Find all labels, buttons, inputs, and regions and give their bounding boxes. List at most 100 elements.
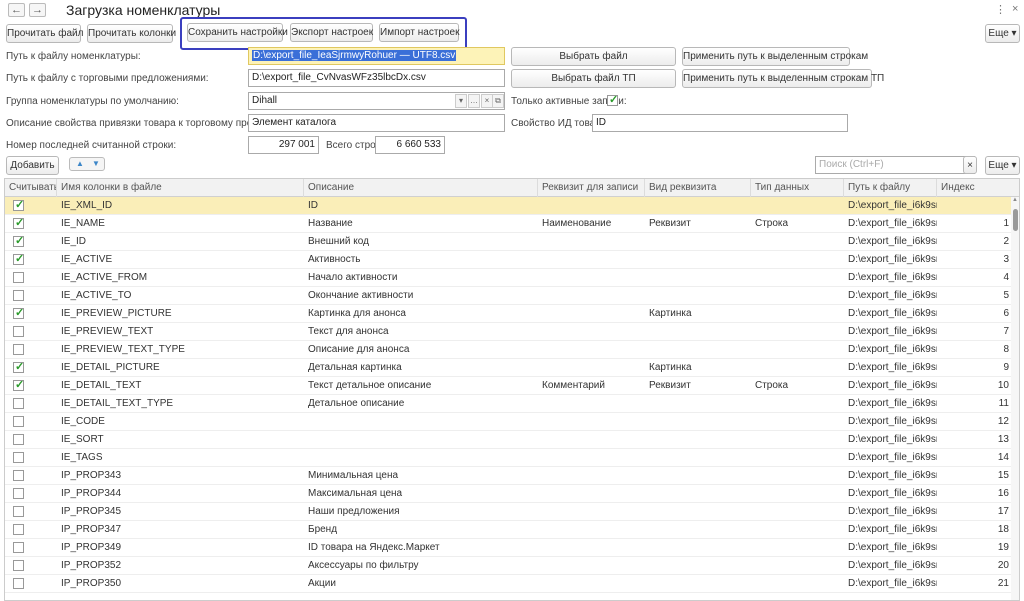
header-file-path[interactable]: Путь к файлу [844,179,937,197]
scroll-thumb[interactable] [1013,209,1018,231]
close-icon[interactable]: × [1012,3,1018,15]
forward-arrow-icon[interactable]: → [29,3,46,17]
table-row[interactable]: IE_DETAIL_PICTURE Детальная картинка Карти… [5,359,1013,377]
table-row[interactable]: IE_TAGS D:\export_file_i6k9sr... 14 [5,449,1013,467]
cell-desc [304,449,538,467]
read-checkbox[interactable] [13,344,24,355]
cell-index: 19 [997,542,1009,553]
export-settings-button[interactable]: Экспорт настроек [290,23,373,42]
cell-type [751,359,844,377]
table-row[interactable]: IP_PROP343 Минимальная цена D:\export_file… [5,467,1013,485]
cell-req [538,413,645,431]
table-row[interactable]: IP_PROP347 Бренд D:\export_file_i6k9sr... 1… [5,521,1013,539]
table-row[interactable]: IE_XML_ID ID D:\export_file_i6k9sr... [5,197,1013,215]
list-more-button[interactable]: Еще ▾ [985,156,1020,175]
move-up-icon[interactable]: ▲ [76,158,84,170]
cell-desc: Внешний код [308,236,369,247]
item-id-input[interactable]: ID [592,114,848,132]
table-row[interactable]: IE_DETAIL_TEXT Текст детальное описание Ко… [5,377,1013,395]
cell-desc: Текст для анонса [308,326,389,337]
group-select[interactable]: Dihall ▾ … × ⧉ [248,92,505,110]
header-description[interactable]: Описание [304,179,538,197]
table-row[interactable]: IE_DETAIL_TEXT_TYPE Детальное описание D:\… [5,395,1013,413]
table-row[interactable]: IP_PROP352 Аксессуары по фильтру D:\export… [5,557,1013,575]
read-checkbox[interactable] [13,452,24,463]
offers-path-input[interactable]: D:\export_file_CvNvasWFz35lbcDx.csv [248,69,505,87]
read-checkbox[interactable] [13,578,24,589]
last-row-input[interactable]: 297 001 [248,136,319,154]
header-requisite[interactable]: Реквизит для записи [538,179,645,197]
cell-desc: Окончание активности [308,290,414,301]
read-checkbox[interactable] [13,560,24,571]
add-button[interactable]: Добавить [6,156,59,175]
table-row[interactable]: IP_PROP349 ID товара на Яндекс.Маркет D:\e… [5,539,1013,557]
read-checkbox[interactable] [13,488,24,499]
read-columns-button[interactable]: Прочитать колонки [87,24,176,43]
table-row[interactable]: IE_PREVIEW_TEXT_TYPE Описание для анонса D… [5,341,1013,359]
read-checkbox[interactable] [13,398,24,409]
cell-type [751,485,844,503]
table-row[interactable]: IE_PREVIEW_TEXT Текст для анонса D:\export… [5,323,1013,341]
table-row[interactable]: IE_SORT D:\export_file_i6k9sr... 13 [5,431,1013,449]
read-checkbox[interactable] [13,378,24,391]
header-read[interactable]: Считывать [5,179,57,197]
read-checkbox[interactable] [13,434,24,445]
read-checkbox[interactable] [13,542,24,553]
cell-name: IE_ACTIVE_TO [61,290,132,301]
read-checkbox[interactable] [13,470,24,481]
header-index[interactable]: Индекс [937,179,1019,197]
cell-index: 11 [998,398,1009,409]
select-file-tp-button[interactable]: Выбрать файл ТП [511,69,676,88]
header-requisite-kind[interactable]: Вид реквизита [645,179,751,197]
table-row[interactable]: IE_ACTIVE_FROM Начало активности D:\export… [5,269,1013,287]
read-checkbox[interactable] [13,252,24,265]
read-checkbox[interactable] [13,416,24,427]
vertical-scrollbar[interactable]: ▲ [1011,197,1019,600]
read-checkbox[interactable] [13,234,24,247]
total-rows-input[interactable]: 6 660 533 [375,136,445,154]
read-checkbox[interactable] [13,198,24,211]
apply-path-tp-button[interactable]: Применить путь к выделенным строкам ТП [682,69,884,88]
import-settings-button[interactable]: Импорт настроек [379,23,459,42]
header-column-name[interactable]: Имя колонки в файле [57,179,304,197]
read-checkbox[interactable] [13,306,24,319]
more-button[interactable]: Еще ▾ [985,24,1020,43]
read-checkbox[interactable] [13,216,24,229]
active-only-checkbox[interactable] [607,93,618,106]
table-row[interactable]: IE_PREVIEW_PICTURE Картинка для анонса Кар… [5,305,1013,323]
scroll-up-icon[interactable]: ▲ [1011,197,1019,203]
table-row[interactable]: IE_ACTIVE Активность D:\export_file_i6k9sr… [5,251,1013,269]
header-data-type[interactable]: Тип данных [751,179,844,197]
cell-name: IE_DETAIL_PICTURE [61,362,160,373]
table-row[interactable]: IP_PROP345 Наши предложения D:\export_file… [5,503,1013,521]
read-file-button[interactable]: Прочитать файл [6,24,83,43]
move-down-icon[interactable]: ▼ [92,158,100,170]
read-checkbox[interactable] [13,506,24,517]
search-clear-icon[interactable]: × [963,156,977,174]
table-row[interactable]: IP_PROP344 Максимальная цена D:\export_fil… [5,485,1013,503]
read-checkbox[interactable] [13,360,24,373]
table-row[interactable]: IE_ID Внешний код D:\export_file_i6k9sr...… [5,233,1013,251]
cell-kind [645,323,751,341]
cell-kind: Реквизит [649,218,691,229]
read-checkbox[interactable] [13,326,24,337]
search-input[interactable]: Поиск (Ctrl+F) [815,156,975,174]
save-settings-button[interactable]: Сохранить настройки [187,23,288,42]
apply-path-button[interactable]: Применить путь к выделенным строкам [682,47,868,66]
read-checkbox[interactable] [13,524,24,535]
pick-icon[interactable]: … [468,94,480,108]
binding-input[interactable]: Элемент каталога [248,114,505,132]
read-checkbox[interactable] [13,272,24,283]
file-path-input[interactable]: D:\export_file_IeaSjrmwyRohuer — UTF8.cs… [248,47,505,65]
table-row[interactable]: IP_PROP350 Акции D:\export_file_i6k9sr... 2… [5,575,1013,593]
more-vertical-icon[interactable]: ⋮ [995,3,1006,16]
dropdown-icon[interactable]: ▾ [455,94,467,108]
read-checkbox[interactable] [13,290,24,301]
back-arrow-icon[interactable]: ← [8,3,25,17]
table-row[interactable]: IE_ACTIVE_TO Окончание активности D:\expor… [5,287,1013,305]
table-row[interactable]: IE_CODE D:\export_file_i6k9sr... 12 [5,413,1013,431]
table-row[interactable]: IE_NAME Название Наименование Реквизит Строк… [5,215,1013,233]
cell-path: D:\export_file_i6k9sr... [848,344,937,355]
open-icon[interactable]: ⧉ [492,94,504,108]
select-file-button[interactable]: Выбрать файл [511,47,676,66]
